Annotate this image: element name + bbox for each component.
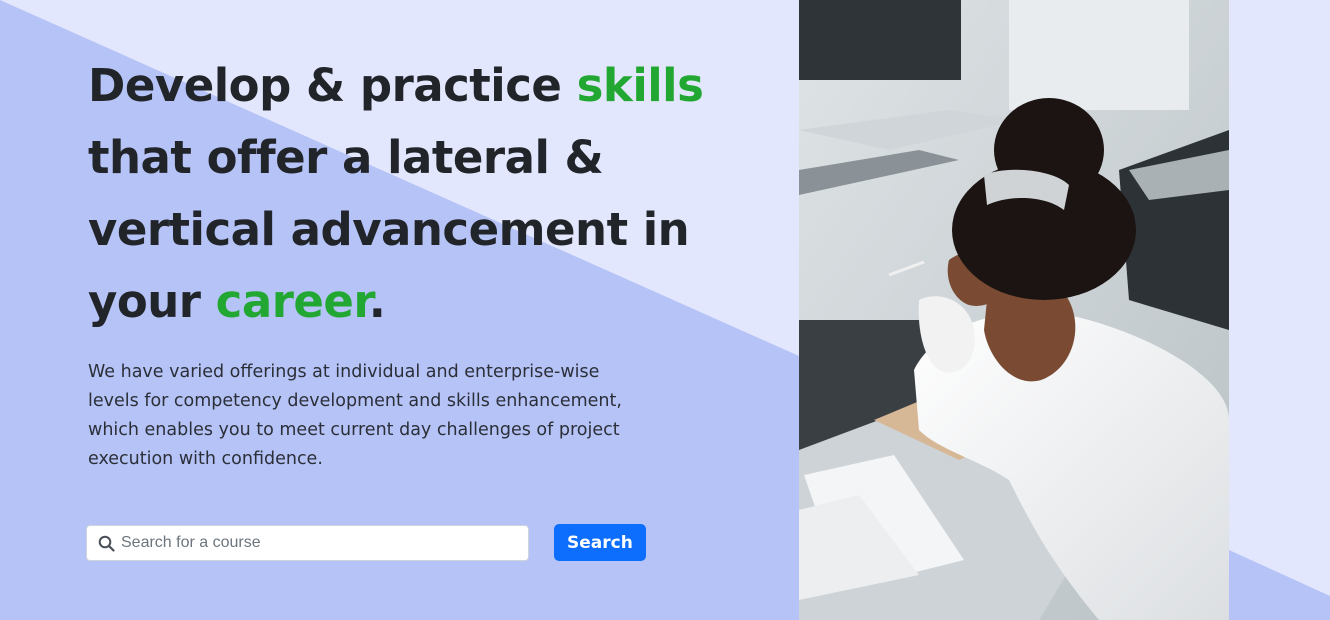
headline-end: . — [368, 275, 386, 328]
hero-description: We have varied offerings at individual a… — [88, 362, 622, 469]
headline-accent-career: career — [215, 275, 370, 328]
photo-illustration — [799, 0, 1229, 620]
search-bar: Search — [86, 524, 646, 561]
headline-part-1: Develop & practice — [88, 59, 577, 112]
search-button[interactable]: Search — [554, 524, 646, 561]
headline-part-2: that offer a lateral & vertical advancem… — [88, 131, 690, 328]
search-input[interactable] — [119, 532, 523, 553]
search-field-container[interactable] — [86, 524, 529, 561]
search-icon — [98, 535, 115, 552]
hero-content: Develop & practice skills that offer a l… — [88, 50, 708, 474]
headline-accent-skills: skills — [576, 59, 704, 112]
student-studying-photo — [799, 0, 1229, 620]
hero-section: Develop & practice skills that offer a l… — [0, 0, 1330, 620]
hero-headline: Develop & practice skills that offer a l… — [88, 50, 708, 338]
